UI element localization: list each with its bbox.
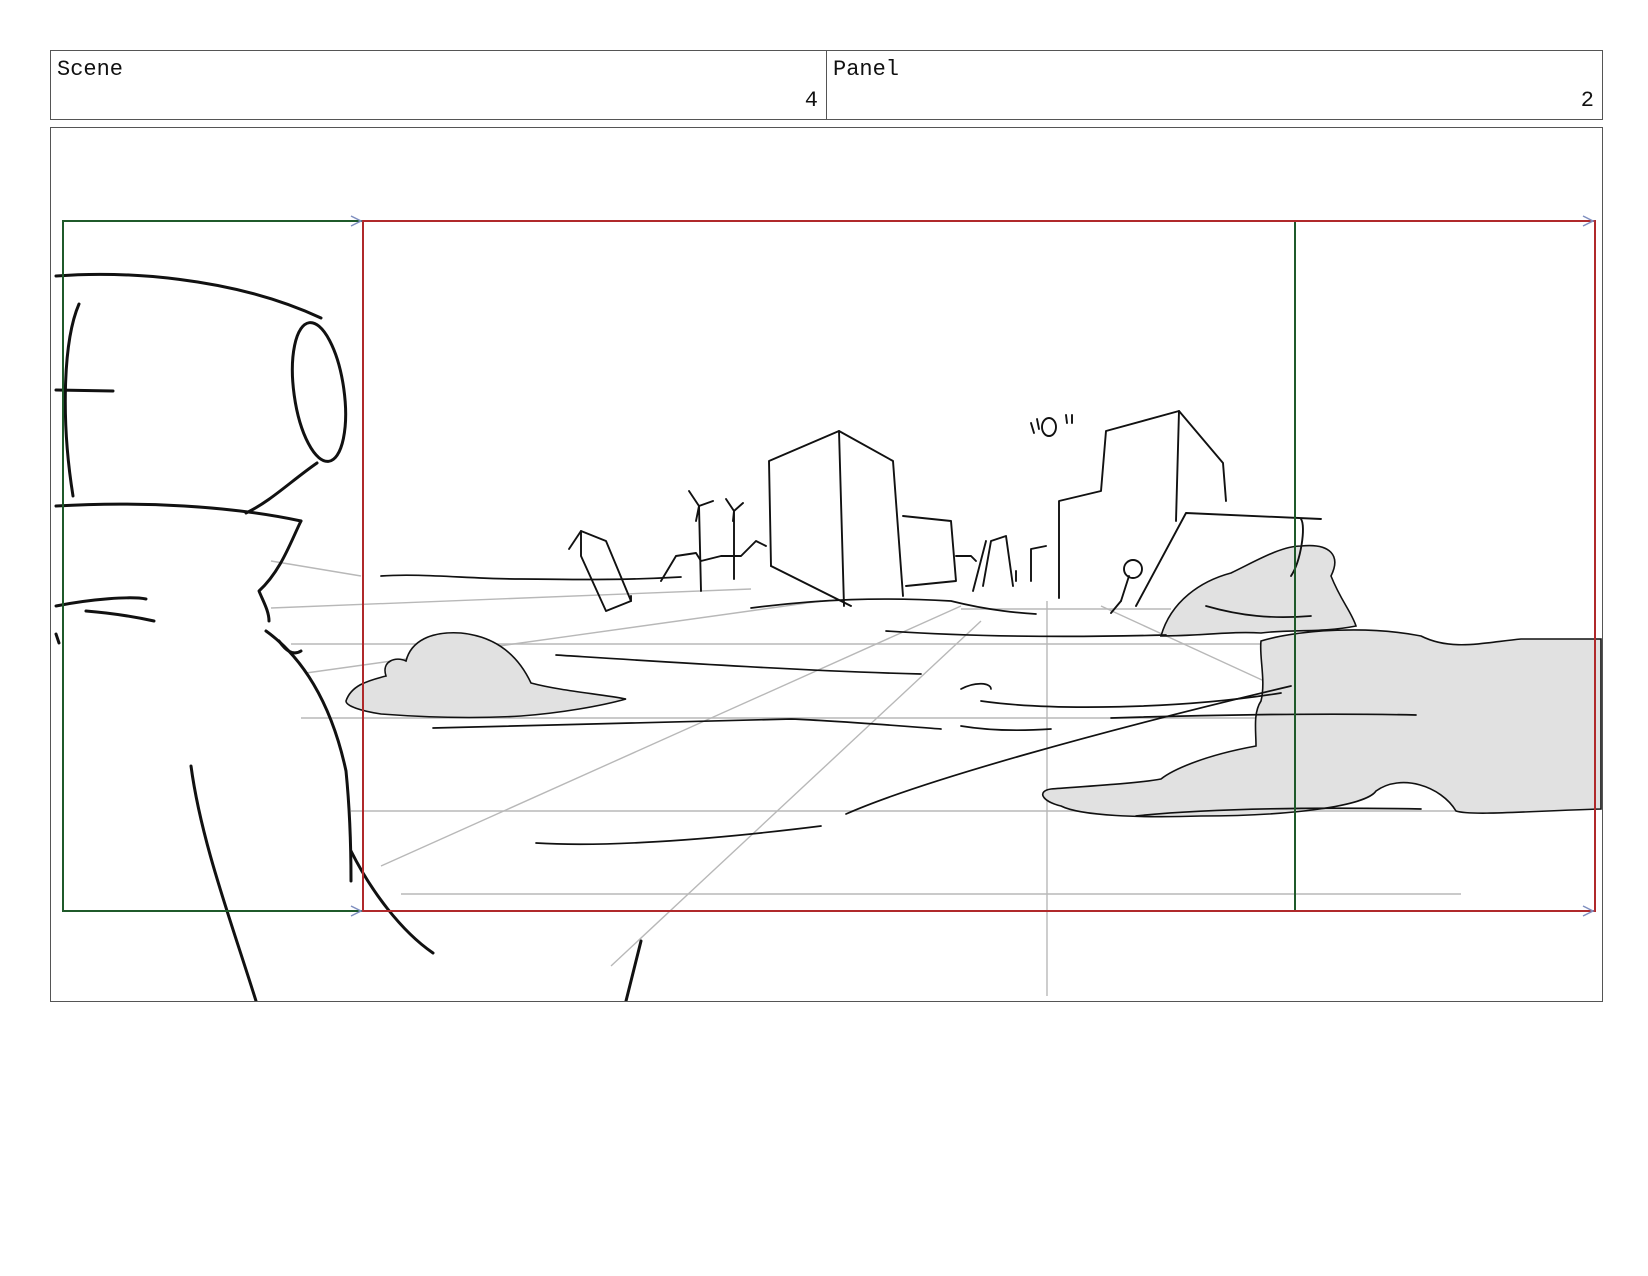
panel-number: 2	[1580, 88, 1594, 113]
puddle-far	[1159, 544, 1358, 637]
small-building	[982, 535, 1014, 587]
storyboard-frame	[50, 127, 1603, 1002]
windmill-1	[688, 490, 714, 592]
panel-label: Panel	[833, 57, 900, 82]
helmet-visor	[290, 321, 348, 463]
antenna-signal	[1120, 575, 1130, 602]
scene-number: 4	[804, 88, 818, 113]
panel-cell: Panel 2	[826, 51, 1602, 119]
storyboard-sketch	[54, 215, 1602, 1001]
foreground-character	[54, 272, 643, 1001]
puddle-right	[1041, 629, 1602, 818]
tilted-building	[580, 530, 632, 612]
puddle-left	[345, 631, 627, 719]
panel-header: Scene 4 Panel 2	[50, 50, 1603, 120]
scene-label: Scene	[57, 57, 124, 82]
tower-center	[768, 430, 904, 597]
helmet-top	[54, 272, 323, 320]
scene-cell: Scene 4	[51, 51, 826, 119]
helmet-bottom	[54, 502, 303, 523]
windmill-2	[725, 498, 744, 580]
